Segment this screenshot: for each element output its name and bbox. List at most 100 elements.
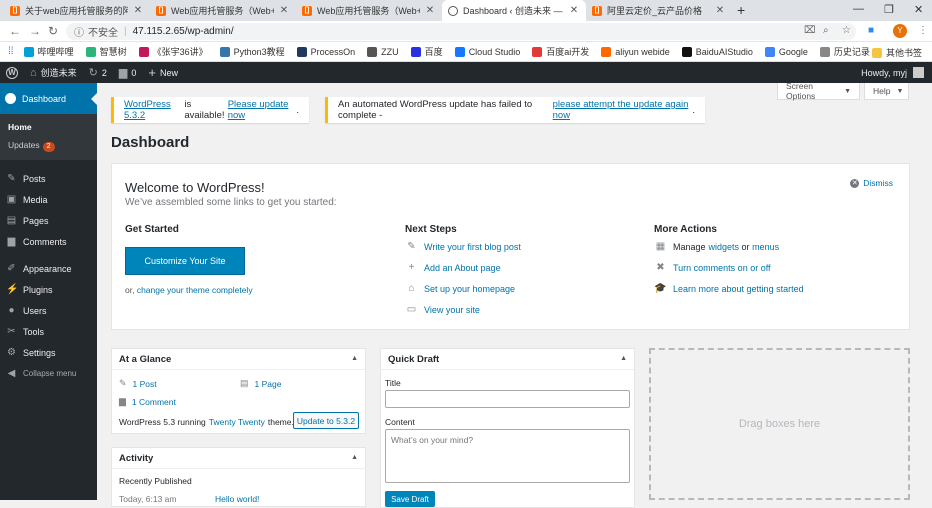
postbox-header[interactable]: Activity ▲: [112, 448, 365, 469]
link-comments-toggle[interactable]: Turn comments on or off: [673, 263, 771, 273]
link-learn-more[interactable]: Learn more about getting started: [673, 284, 804, 294]
theme-link[interactable]: Twenty Twenty: [209, 417, 265, 427]
browser-tab-active[interactable]: Dashboard ‹ 创造未来 — Wor ✕: [442, 0, 586, 21]
back-icon[interactable]: ←: [9, 24, 21, 38]
star-icon[interactable]: ☆: [842, 25, 851, 36]
list-item[interactable]: ✖ Turn comments on or off: [654, 257, 804, 278]
bookmark-item[interactable]: ZZU: [367, 45, 399, 58]
forward-icon[interactable]: →: [29, 24, 41, 38]
postbox-header[interactable]: Quick Draft ▲: [381, 349, 634, 370]
info-icon[interactable]: ⓘ: [74, 24, 84, 39]
close-icon[interactable]: ✕: [132, 5, 144, 16]
menu-tools[interactable]: ✂ Tools: [0, 321, 97, 342]
wordpress-logo-icon[interactable]: W: [6, 66, 18, 79]
bookmark-item[interactable]: BaiduAIStudio: [681, 45, 753, 58]
link-add-about[interactable]: Add an About page: [424, 263, 501, 273]
menu-pages[interactable]: ▤ Pages: [0, 210, 97, 231]
bookmark-item[interactable]: 历史记录: [819, 45, 870, 58]
bookmark-item[interactable]: aliyun webide: [601, 45, 670, 58]
update-version-button[interactable]: Update to 5.3.2: [293, 412, 359, 429]
bookmark-item[interactable]: 百度: [410, 45, 443, 58]
menu-label: Comments: [23, 236, 67, 247]
save-draft-button[interactable]: Save Draft: [385, 491, 435, 507]
url-input[interactable]: ⓘ 不安全 | 47.115.2.65/wp-admin/: [66, 23, 856, 40]
zoom-icon[interactable]: ⌕: [823, 25, 829, 36]
help-button[interactable]: Help ▼: [864, 83, 909, 100]
draft-content-textarea[interactable]: What’s on your mind?: [385, 429, 630, 483]
link-view-site[interactable]: View your site: [424, 305, 480, 315]
change-theme-link[interactable]: change your theme completely: [137, 285, 253, 295]
bookmark-item[interactable]: Google: [764, 45, 808, 58]
account-menu[interactable]: Howdy, myj: [861, 62, 924, 83]
bookmark-item[interactable]: 智慧树: [85, 45, 127, 58]
activity-post-link[interactable]: Hello world!: [215, 494, 259, 504]
menu-plugins[interactable]: ⚡ Plugins: [0, 279, 97, 300]
glance-comments[interactable]: ▆ 1 Comment: [119, 396, 176, 407]
list-item[interactable]: 🎓 Learn more about getting started: [654, 278, 804, 299]
browser-tab[interactable]: [] 关于web应用托管服务的阿里云 ✕: [4, 0, 150, 21]
profile-avatar[interactable]: Y: [893, 24, 907, 38]
draft-title-input[interactable]: [385, 390, 630, 408]
menu-settings[interactable]: ⚙ Settings: [0, 342, 97, 363]
drag-boxes-dropzone[interactable]: Drag boxes here: [649, 348, 910, 500]
close-icon[interactable]: ✕: [714, 5, 726, 16]
new-tab-button[interactable]: +: [737, 2, 745, 18]
list-item[interactable]: ▭ View your site: [405, 299, 521, 320]
list-item[interactable]: ✎ Write your first blog post: [405, 236, 521, 257]
submenu-updates[interactable]: Updates 2: [0, 136, 97, 156]
list-item[interactable]: ⌂ Set up your homepage: [405, 278, 521, 299]
close-icon[interactable]: ✕: [568, 5, 580, 16]
window-close-icon[interactable]: ✕: [914, 3, 923, 16]
bookmark-item[interactable]: Cloud Studio: [454, 45, 520, 58]
triangle-up-icon[interactable]: ▲: [351, 454, 358, 461]
browser-tab[interactable]: [] Web应用托管服务（Web+）-管 ✕: [150, 0, 296, 21]
menu-posts[interactable]: ✎ Posts: [0, 168, 97, 189]
updates-link[interactable]: ↻ 2: [89, 66, 107, 79]
close-icon[interactable]: ✕: [424, 5, 436, 16]
link-setup-home[interactable]: Set up your homepage: [424, 284, 515, 294]
link-menus[interactable]: menus: [752, 242, 779, 252]
glance-pages[interactable]: ▤ 1 Page: [240, 378, 281, 389]
retry-update-link[interactable]: please attempt the update again now: [553, 99, 690, 121]
wordpress-version-link[interactable]: WordPress 5.3.2: [124, 99, 181, 121]
menu-appearance[interactable]: ✐ Appearance: [0, 258, 97, 279]
at-a-glance-box: At a Glance ▲ ✎ 1 Post ▤ 1 Page ▆ 1 Comment …: [111, 348, 366, 434]
browser-tab[interactable]: [] 阿里云定价_云产品价格 ✕: [586, 0, 732, 21]
other-bookmarks[interactable]: 其他书签: [871, 46, 922, 59]
new-content-link[interactable]: + New: [148, 65, 178, 80]
apps-icon[interactable]: ⁞⁞: [8, 46, 14, 57]
pin-icon: ✎: [7, 173, 16, 184]
menu-media[interactable]: ▣ Media: [0, 189, 97, 210]
link-write-post[interactable]: Write your first blog post: [424, 242, 521, 252]
menu-icon[interactable]: ⋮: [918, 25, 928, 36]
collapse-menu[interactable]: ◀ Collapse menu: [0, 363, 97, 384]
triangle-up-icon[interactable]: ▲: [620, 355, 627, 362]
menu-dashboard[interactable]: Dashboard: [0, 83, 97, 114]
list-item[interactable]: + Add an About page: [405, 257, 521, 278]
glance-posts[interactable]: ✎ 1 Post: [119, 378, 157, 389]
reload-icon[interactable]: ↻: [48, 24, 58, 38]
browser-tab[interactable]: [] Web应用托管服务（Web+） ✕: [296, 0, 442, 21]
update-now-link[interactable]: Please update now: [228, 99, 294, 121]
bookmark-item[interactable]: 《张宇36讲》: [138, 45, 208, 58]
dismiss-button[interactable]: ✕ Dismiss: [850, 178, 893, 188]
screen-options-button[interactable]: Screen Options ▼: [777, 81, 860, 101]
close-icon[interactable]: ✕: [278, 5, 290, 16]
bookmark-item[interactable]: ProcessOn: [296, 45, 355, 58]
postbox-header[interactable]: At a Glance ▲: [112, 349, 365, 370]
bookmark-item[interactable]: 百度ai开发: [532, 45, 589, 58]
comments-link[interactable]: ▆ 0: [119, 66, 136, 79]
maximize-icon[interactable]: ❐: [884, 3, 894, 16]
translate-icon[interactable]: ⌧: [804, 25, 816, 36]
menu-users[interactable]: ● Users: [0, 300, 97, 321]
triangle-up-icon[interactable]: ▲: [351, 355, 358, 362]
site-name-link[interactable]: ⌂ 创造未来: [30, 66, 77, 79]
bookmark-item[interactable]: Python3教程: [219, 45, 285, 58]
submenu-home[interactable]: Home: [0, 118, 97, 136]
customize-site-button[interactable]: Customize Your Site: [125, 247, 245, 275]
bookmark-item[interactable]: 哔哩哔哩: [23, 45, 74, 58]
extension-icon[interactable]: ■: [868, 25, 874, 36]
minimize-icon[interactable]: —: [853, 3, 864, 15]
menu-comments[interactable]: ▆ Comments: [0, 231, 97, 252]
link-widgets[interactable]: widgets: [709, 242, 740, 252]
